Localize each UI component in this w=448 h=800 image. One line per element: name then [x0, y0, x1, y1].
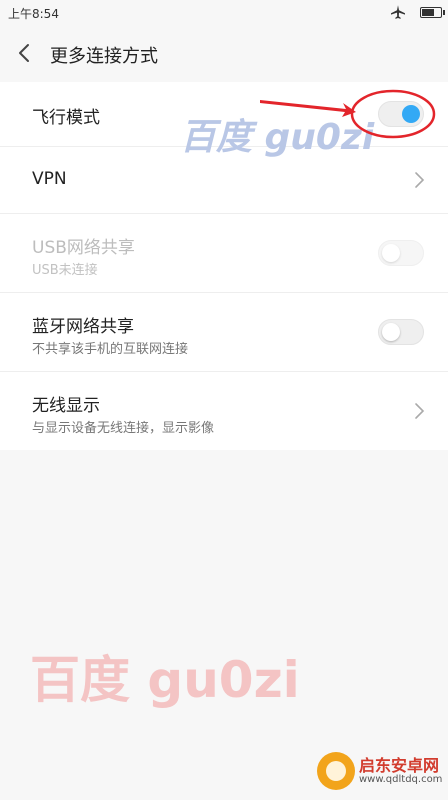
airplane-mode-label: 飞行模式: [32, 108, 100, 128]
usb-tethering-subtitle: USB未连接: [32, 263, 98, 278]
bluetooth-tethering-switch[interactable]: [378, 319, 424, 345]
chevron-right-icon: [415, 403, 425, 419]
wireless-display-row[interactable]: 无线显示 与显示设备无线连接，显示影像: [0, 372, 448, 450]
status-bar: 上午8:54: [0, 0, 448, 26]
airplane-mode-icon: [391, 5, 405, 19]
wireless-display-label: 无线显示: [32, 396, 100, 416]
switch-knob: [382, 244, 400, 262]
back-arrow-icon[interactable]: [12, 40, 38, 66]
corner-logo: 启东安卓网 www.qdltdq.com: [317, 752, 442, 794]
app-header: 更多连接方式: [0, 26, 448, 82]
airplane-mode-switch[interactable]: [378, 101, 424, 127]
switch-knob: [382, 323, 400, 341]
battery-icon: [420, 6, 445, 18]
switch-knob: [402, 105, 420, 123]
watermark-top: 百度 gu0zi: [180, 117, 375, 158]
chevron-right-icon: [415, 172, 425, 188]
status-icons: [390, 3, 445, 21]
usb-tethering-switch: [378, 240, 424, 266]
logo-site-text: www.qdltdq.com: [359, 774, 443, 785]
status-time: 上午8:54: [8, 7, 59, 21]
vpn-label: VPN: [32, 169, 67, 189]
bluetooth-tethering-row[interactable]: 蓝牙网络共享 不共享该手机的互联网连接: [0, 293, 448, 372]
logo-brand-text: 启东安卓网: [359, 756, 440, 775]
logo-badge-icon: [317, 752, 355, 790]
watermark-bottom: 百度 gu0zi: [30, 651, 300, 709]
bluetooth-tethering-subtitle: 不共享该手机的互联网连接: [32, 342, 189, 357]
bluetooth-tethering-label: 蓝牙网络共享: [32, 317, 134, 337]
usb-tethering-label: USB网络共享: [32, 238, 135, 258]
wireless-display-subtitle: 与显示设备无线连接，显示影像: [32, 421, 215, 436]
usb-tethering-row: USB网络共享 USB未连接: [0, 214, 448, 293]
page-title: 更多连接方式: [50, 46, 158, 67]
